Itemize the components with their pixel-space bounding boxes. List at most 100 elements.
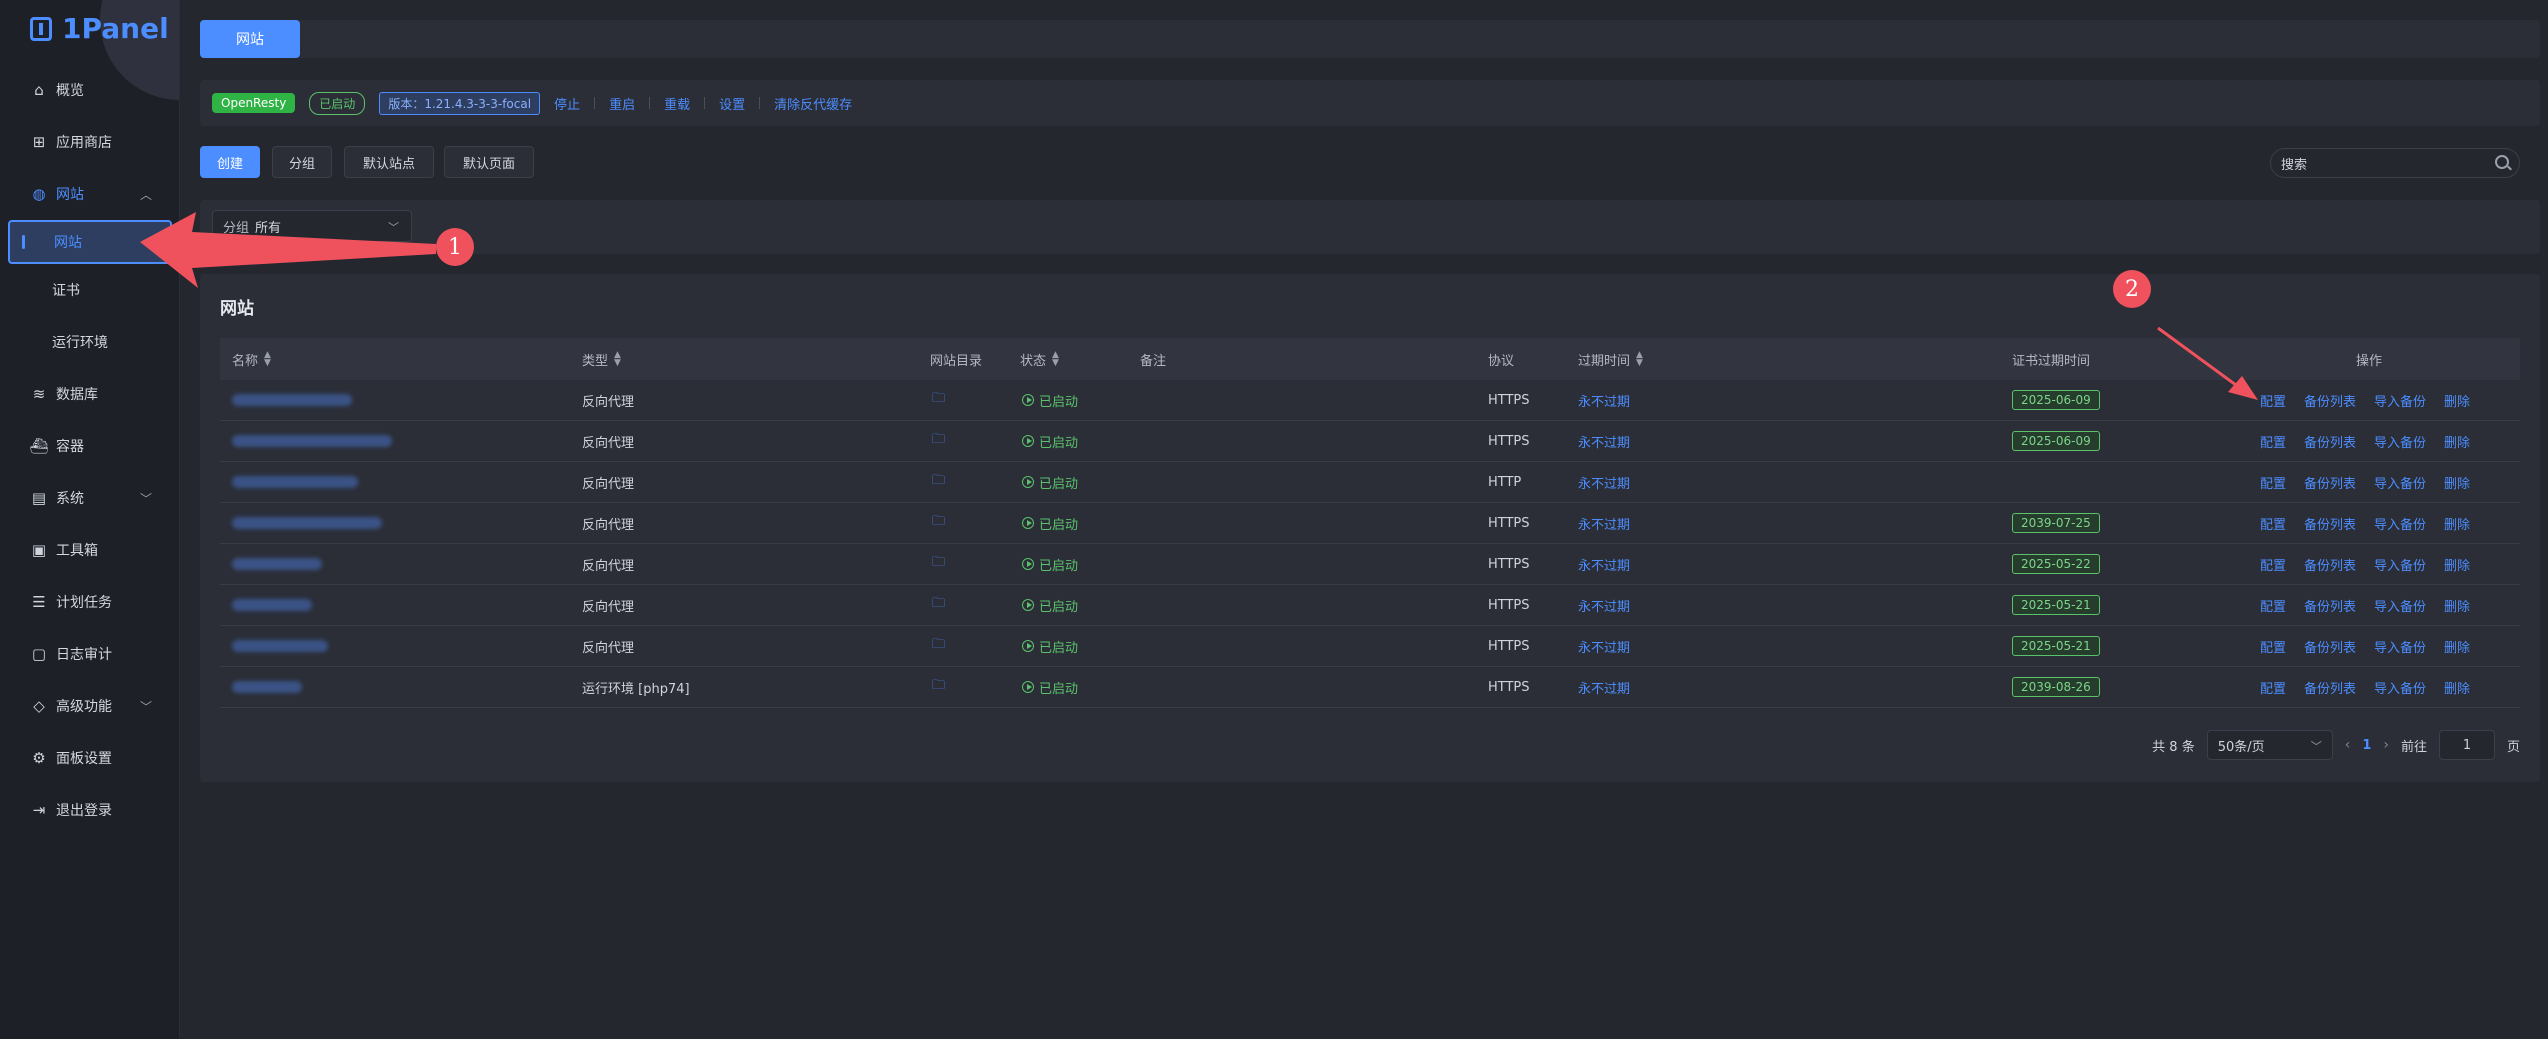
sidebar-item-system[interactable]: ▤ 系统 ﹀ (0, 472, 179, 524)
sidebar-item-overview[interactable]: ⌂ 概览 (0, 64, 179, 116)
status-running[interactable]: 已启动 (1022, 555, 1078, 574)
redacted-site-name[interactable] (232, 517, 382, 529)
group-button[interactable]: 分组 (272, 146, 332, 178)
delete-action[interactable]: 删除 (2444, 596, 2470, 615)
import-backup-action[interactable]: 导入备份 (2374, 555, 2426, 574)
site-name-cell[interactable] (232, 380, 352, 420)
site-directory-cell[interactable]: 🗀 (932, 585, 945, 625)
expire-link[interactable]: 永不过期 (1578, 514, 1630, 533)
folder-icon[interactable]: 🗀 (932, 635, 945, 657)
column-header-expire[interactable]: 过期时间 ▲ ▼ (1578, 338, 1643, 380)
sidebar-item-container[interactable]: ⛴ 容器 (0, 420, 179, 472)
delete-action[interactable]: 删除 (2444, 473, 2470, 492)
site-name-cell[interactable] (232, 462, 358, 502)
status-running[interactable]: 已启动 (1022, 514, 1078, 533)
site-name-cell[interactable] (232, 503, 382, 543)
backup-list-action[interactable]: 备份列表 (2304, 637, 2356, 656)
redacted-site-name[interactable] (232, 435, 392, 447)
default-page-button[interactable]: 默认页面 (444, 146, 534, 178)
expire-link[interactable]: 永不过期 (1578, 678, 1630, 697)
clear-proxy-cache-link[interactable]: 清除反代缓存 (774, 94, 852, 113)
import-backup-action[interactable]: 导入备份 (2374, 473, 2426, 492)
site-status-cell[interactable]: 已启动 (1022, 544, 1078, 584)
delete-action[interactable]: 删除 (2444, 391, 2470, 410)
config-action[interactable]: 配置 (2260, 473, 2286, 492)
expire-cell[interactable]: 永不过期 (1578, 626, 1630, 666)
import-backup-action[interactable]: 导入备份 (2374, 596, 2426, 615)
column-header-name[interactable]: 名称 ▲ ▼ (232, 338, 271, 380)
config-action[interactable]: 配置 (2260, 432, 2286, 451)
sidebar-item-appstore[interactable]: ⊞ 应用商店 (0, 116, 179, 168)
sidebar-item-logout[interactable]: ⇥ 退出登录 (0, 784, 179, 836)
expire-cell[interactable]: 永不过期 (1578, 380, 1630, 420)
backup-list-action[interactable]: 备份列表 (2304, 596, 2356, 615)
status-running[interactable]: 已启动 (1022, 637, 1078, 656)
site-status-cell[interactable]: 已启动 (1022, 667, 1078, 707)
import-backup-action[interactable]: 导入备份 (2374, 432, 2426, 451)
status-running[interactable]: 已启动 (1022, 596, 1078, 615)
sidebar-item-settings[interactable]: ⚙ 面板设置 (0, 732, 179, 784)
expire-cell[interactable]: 永不过期 (1578, 585, 1630, 625)
site-name-cell[interactable] (232, 585, 312, 625)
config-action[interactable]: 配置 (2260, 596, 2286, 615)
sidebar-subitem-websites[interactable]: 网站 (8, 220, 172, 264)
sort-icon[interactable]: ▲ ▼ (264, 351, 271, 368)
sort-icon[interactable]: ▲ ▼ (1052, 351, 1059, 368)
site-directory-cell[interactable]: 🗀 (932, 503, 945, 543)
site-status-cell[interactable]: 已启动 (1022, 585, 1078, 625)
site-directory-cell[interactable]: 🗀 (932, 544, 945, 584)
site-directory-cell[interactable]: 🗀 (932, 380, 945, 420)
site-status-cell[interactable]: 已启动 (1022, 462, 1078, 502)
expire-cell[interactable]: 永不过期 (1578, 462, 1630, 502)
search-icon[interactable] (2495, 155, 2509, 169)
sidebar-item-toolbox[interactable]: ▣ 工具箱 (0, 524, 179, 576)
sidebar-item-advanced[interactable]: ◇ 高级功能 ﹀ (0, 680, 179, 732)
sidebar-subitem-runtime[interactable]: 运行环境 (0, 316, 179, 368)
backup-list-action[interactable]: 备份列表 (2304, 514, 2356, 533)
site-status-cell[interactable]: 已启动 (1022, 503, 1078, 543)
backup-list-action[interactable]: 备份列表 (2304, 555, 2356, 574)
group-filter-select[interactable]: 分组 所有 ﹀ (212, 210, 412, 242)
import-backup-action[interactable]: 导入备份 (2374, 391, 2426, 410)
backup-list-action[interactable]: 备份列表 (2304, 432, 2356, 451)
delete-action[interactable]: 删除 (2444, 678, 2470, 697)
delete-action[interactable]: 删除 (2444, 514, 2470, 533)
site-name-cell[interactable] (232, 626, 328, 666)
redacted-site-name[interactable] (232, 394, 352, 406)
default-site-button[interactable]: 默认站点 (344, 146, 434, 178)
config-action[interactable]: 配置 (2260, 637, 2286, 656)
folder-icon[interactable]: 🗀 (932, 512, 945, 534)
expire-link[interactable]: 永不过期 (1578, 596, 1630, 615)
page-size-select[interactable]: 50条/页 ﹀ (2206, 730, 2333, 760)
site-directory-cell[interactable]: 🗀 (932, 626, 945, 666)
redacted-site-name[interactable] (232, 476, 358, 488)
delete-action[interactable]: 删除 (2444, 637, 2470, 656)
site-name-cell[interactable] (232, 667, 302, 707)
backup-list-action[interactable]: 备份列表 (2304, 678, 2356, 697)
status-running[interactable]: 已启动 (1022, 432, 1078, 451)
brand-logo[interactable]: 1Panel (30, 12, 169, 45)
delete-action[interactable]: 删除 (2444, 555, 2470, 574)
expire-link[interactable]: 永不过期 (1578, 555, 1630, 574)
status-running[interactable]: 已启动 (1022, 678, 1078, 697)
sort-icon[interactable]: ▲ ▼ (614, 351, 621, 368)
config-action[interactable]: 配置 (2260, 391, 2286, 410)
search-input[interactable]: 搜索 (2270, 148, 2520, 178)
redacted-site-name[interactable] (232, 681, 302, 693)
prev-page-button[interactable]: ‹ (2345, 737, 2351, 753)
expire-cell[interactable]: 永不过期 (1578, 503, 1630, 543)
redacted-site-name[interactable] (232, 640, 328, 652)
folder-icon[interactable]: 🗀 (932, 389, 945, 411)
sidebar-item-logs[interactable]: ▢ 日志审计 (0, 628, 179, 680)
expire-link[interactable]: 永不过期 (1578, 391, 1630, 410)
column-header-status[interactable]: 状态 ▲ ▼ (1020, 338, 1059, 380)
stop-link[interactable]: 停止 (554, 94, 580, 113)
expire-link[interactable]: 永不过期 (1578, 473, 1630, 492)
expire-cell[interactable]: 永不过期 (1578, 544, 1630, 584)
current-page[interactable]: 1 (2362, 738, 2371, 753)
import-backup-action[interactable]: 导入备份 (2374, 678, 2426, 697)
folder-icon[interactable]: 🗀 (932, 676, 945, 698)
redacted-site-name[interactable] (232, 558, 322, 570)
site-status-cell[interactable]: 已启动 (1022, 626, 1078, 666)
status-running[interactable]: 已启动 (1022, 391, 1078, 410)
